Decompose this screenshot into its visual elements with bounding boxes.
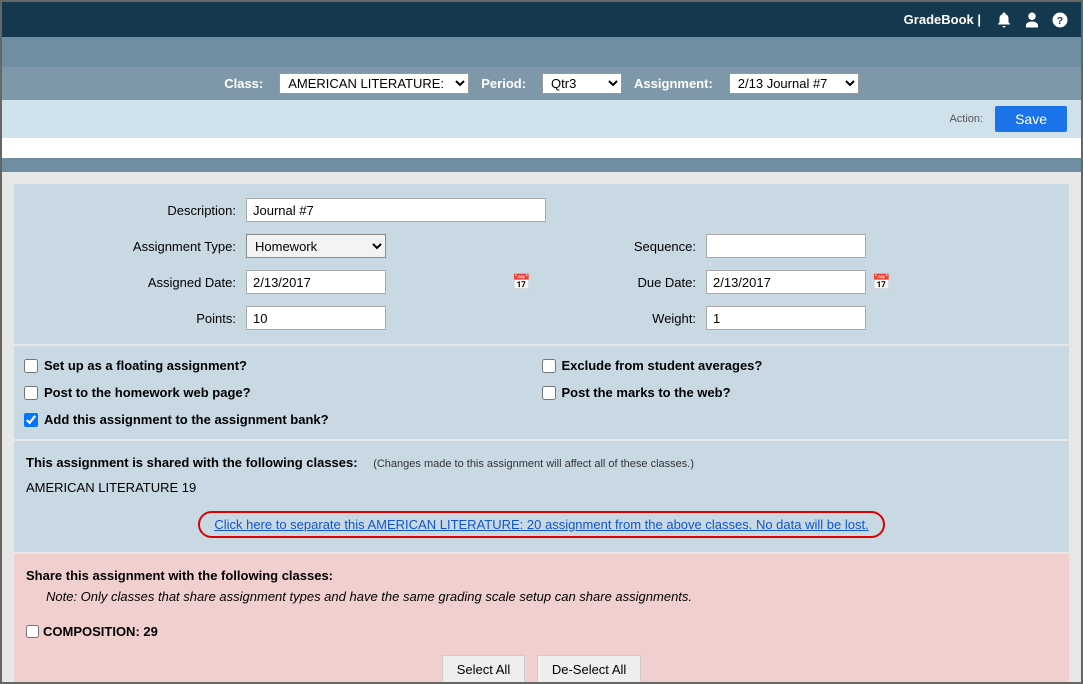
weight-label: Weight: — [546, 311, 706, 326]
assignment-label: Assignment: — [634, 76, 713, 91]
points-input[interactable] — [246, 306, 386, 330]
share-option-composition[interactable]: COMPOSITION: 29 — [26, 624, 1057, 639]
action-bar: Action: Save — [2, 100, 1081, 138]
check-exclude[interactable]: Exclude from student averages? — [542, 358, 1060, 373]
action-label: Action: — [949, 113, 983, 125]
period-select[interactable]: Qtr3 — [542, 73, 622, 94]
check-bank[interactable]: Add this assignment to the assignment ba… — [24, 412, 1059, 427]
assigned-input[interactable] — [246, 270, 386, 294]
class-select[interactable]: AMERICAN LITERATURE: 20 — [279, 73, 469, 94]
class-label: Class: — [224, 76, 263, 91]
filter-bar: Class: AMERICAN LITERATURE: 20 Period: Q… — [2, 67, 1081, 100]
white-strip — [2, 138, 1081, 158]
app-name[interactable]: GradeBook | — [904, 12, 981, 27]
sequence-label: Sequence: — [546, 239, 706, 254]
spacer-bar — [2, 37, 1081, 67]
assigned-label: Assigned Date: — [26, 275, 246, 290]
checks-panel: Set up as a floating assignment? Exclude… — [14, 344, 1069, 439]
shared-class-item: AMERICAN LITERATURE 19 — [26, 480, 1057, 495]
check-floating[interactable]: Set up as a floating assignment? — [24, 358, 542, 373]
app-frame: GradeBook | ? Class: AMERICAN LITERATURE… — [0, 0, 1083, 684]
user-icon[interactable] — [1023, 11, 1041, 29]
assignment-select[interactable]: 2/13 Journal #7 — [729, 73, 859, 94]
top-header: GradeBook | ? — [2, 2, 1081, 37]
calendar-icon[interactable]: 📅 — [866, 273, 906, 291]
due-input[interactable] — [706, 270, 866, 294]
shared-panel: This assignment is shared with the follo… — [14, 439, 1069, 552]
points-label: Points: — [26, 311, 246, 326]
share-header: Share this assignment with the following… — [26, 568, 1057, 583]
content-wrap: Description: Assignment Type: Homework S… — [2, 172, 1081, 684]
check-post-hw[interactable]: Post to the homework web page? — [24, 385, 542, 400]
check-post-marks[interactable]: Post the marks to the web? — [542, 385, 1060, 400]
save-button-top[interactable]: Save — [995, 106, 1067, 132]
description-label: Description: — [26, 203, 246, 218]
share-panel: Share this assignment with the following… — [14, 554, 1069, 684]
weight-input[interactable] — [706, 306, 866, 330]
period-label: Period: — [481, 76, 526, 91]
deselect-all-button[interactable]: De-Select All — [537, 655, 641, 684]
svg-text:?: ? — [1057, 14, 1063, 26]
sequence-input[interactable] — [706, 234, 866, 258]
form-panel: Description: Assignment Type: Homework S… — [14, 184, 1069, 344]
type-select[interactable]: Homework — [246, 234, 386, 258]
calendar-icon[interactable]: 📅 — [506, 273, 546, 291]
share-note: Note: Only classes that share assignment… — [26, 589, 1057, 604]
due-label: Due Date: — [546, 275, 706, 290]
select-all-button[interactable]: Select All — [442, 655, 525, 684]
shared-header: This assignment is shared with the follo… — [26, 455, 358, 470]
shared-note: (Changes made to this assignment will af… — [373, 458, 694, 470]
thin-blue-strip — [2, 158, 1081, 172]
help-icon[interactable]: ? — [1051, 11, 1069, 29]
type-label: Assignment Type: — [26, 239, 246, 254]
bell-icon[interactable] — [995, 11, 1013, 29]
separate-link[interactable]: Click here to separate this AMERICAN LIT… — [198, 511, 884, 538]
description-input[interactable] — [246, 198, 546, 222]
